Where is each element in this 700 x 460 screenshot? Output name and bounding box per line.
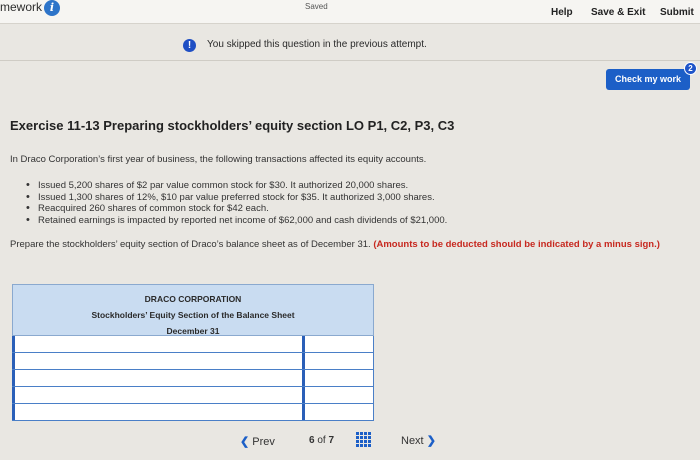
info-icon[interactable]: i <box>44 0 60 16</box>
save-exit-link[interactable]: Save & Exit <box>591 7 645 18</box>
account-dropdown[interactable] <box>12 387 303 403</box>
next-label: Next <box>401 435 424 447</box>
chevron-right-icon: ❯ <box>426 435 436 447</box>
submit-link[interactable]: Submit <box>660 7 694 18</box>
account-dropdown[interactable] <box>12 353 303 369</box>
check-my-work-button[interactable]: Check my work <box>606 69 690 90</box>
amount-input[interactable] <box>302 370 373 386</box>
section-title: Stockholders’ Equity Section of the Bala… <box>91 310 295 320</box>
grid-icon[interactable] <box>356 432 371 447</box>
list-item: Reacquired 260 shares of common stock fo… <box>26 203 447 215</box>
company-name: DRACO CORPORATION <box>144 294 242 304</box>
page-of: of <box>317 435 326 446</box>
exercise-title: Exercise 11-13 Preparing stockholders’ e… <box>10 118 455 133</box>
amount-input[interactable] <box>302 404 373 420</box>
instructions-text: Prepare the stockholders’ equity section… <box>10 239 371 250</box>
table-header: DRACO CORPORATION Stockholders’ Equity S… <box>12 284 374 336</box>
alert-icon: ! <box>183 39 196 52</box>
top-bar: mework i Saved Help Save & Exit Submit <box>0 0 700 24</box>
prev-label: Prev <box>252 436 275 448</box>
minus-sign-note: (Amounts to be deducted should be indica… <box>373 239 660 250</box>
balance-sheet-table: DRACO CORPORATION Stockholders’ Equity S… <box>12 284 374 421</box>
table-row <box>12 370 374 387</box>
amount-input[interactable] <box>302 353 373 369</box>
next-button[interactable]: Next ❯ <box>401 434 436 447</box>
table-row <box>12 404 374 421</box>
transaction-list: Issued 5,200 shares of $2 par value comm… <box>26 180 447 226</box>
amount-input[interactable] <box>302 387 373 403</box>
help-link[interactable]: Help <box>551 7 573 18</box>
table-row <box>12 336 374 353</box>
instructions: Prepare the stockholders’ equity section… <box>10 239 690 252</box>
skipped-banner: ! You skipped this question in the previ… <box>0 25 700 61</box>
page-current: 6 <box>309 435 315 446</box>
page-total: 7 <box>328 435 335 446</box>
app-title: mework <box>0 0 43 14</box>
amount-input[interactable] <box>302 336 373 352</box>
list-item: Retained earnings is impacted by reporte… <box>26 215 447 227</box>
check-attempts-badge: 2 <box>684 62 697 75</box>
account-dropdown[interactable] <box>12 370 303 386</box>
list-item: Issued 1,300 shares of 12%, $10 par valu… <box>26 192 447 204</box>
table-row <box>12 353 374 370</box>
saved-status: Saved <box>305 2 328 11</box>
exercise-intro: In Draco Corporation’s first year of bus… <box>10 154 427 165</box>
prev-button[interactable]: ❮ Prev <box>240 435 275 448</box>
account-dropdown[interactable] <box>12 336 303 352</box>
list-item: Issued 5,200 shares of $2 par value comm… <box>26 180 447 192</box>
chevron-left-icon: ❮ <box>240 436 250 448</box>
skipped-message: You skipped this question in the previou… <box>207 39 427 50</box>
page-indicator: 6 of 7 <box>309 435 334 446</box>
account-dropdown[interactable] <box>12 404 303 420</box>
table-row <box>12 387 374 404</box>
